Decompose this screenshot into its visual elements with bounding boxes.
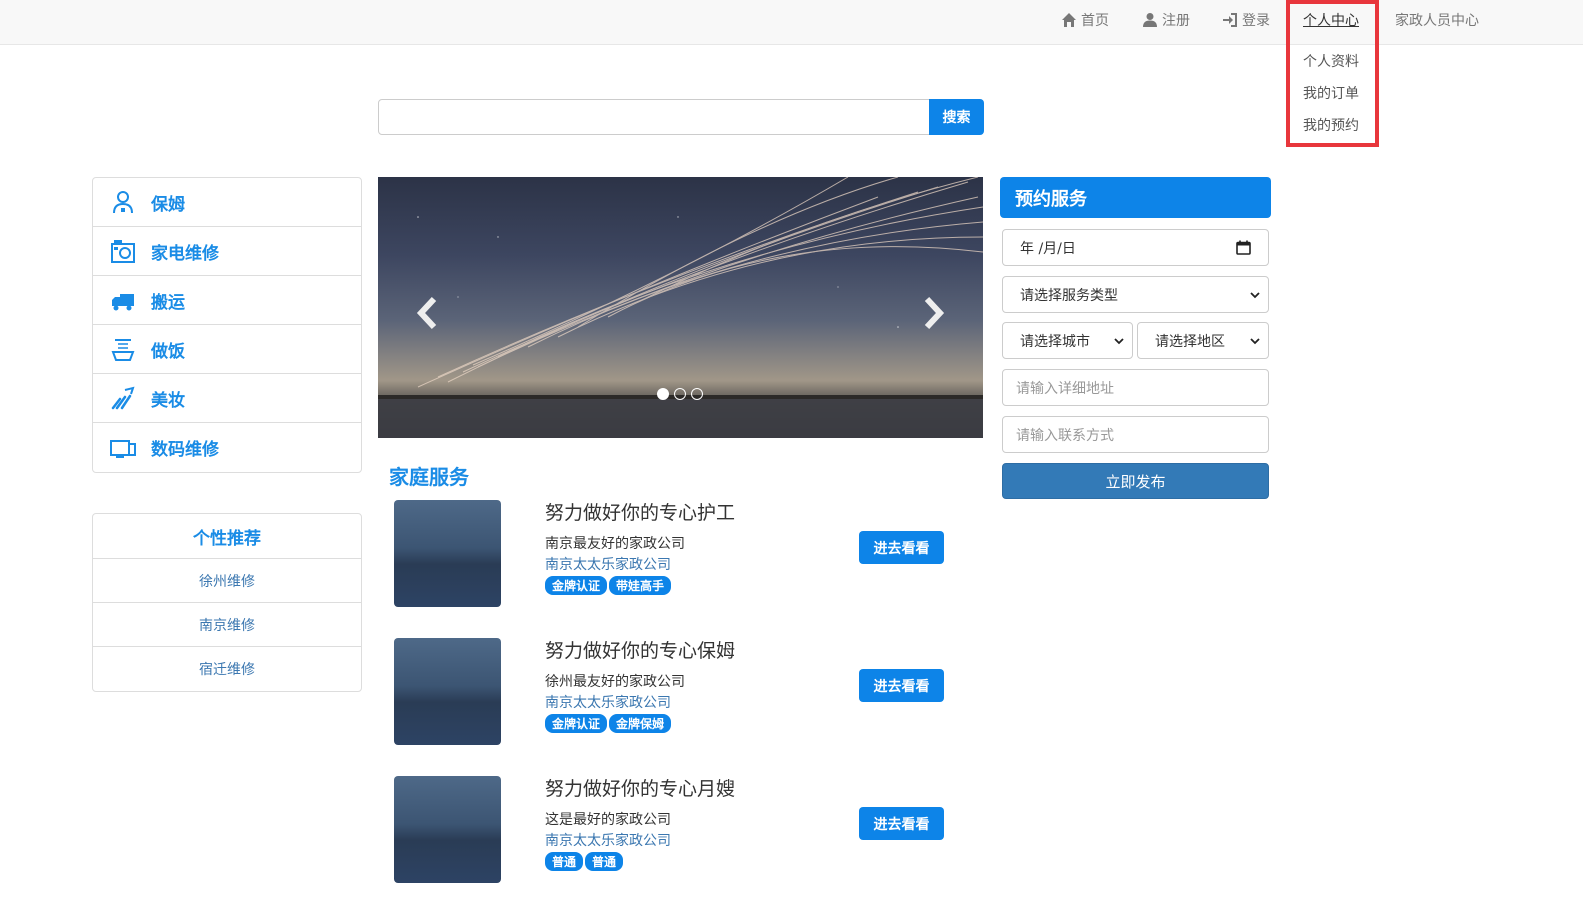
service-tag: 金牌认证 <box>545 576 608 595</box>
category-label: 家电维修 <box>151 243 219 264</box>
user-icon <box>1143 13 1157 27</box>
service-title[interactable]: 努力做好你的专心护工 <box>545 498 735 525</box>
service-type-select[interactable]: 请选择服务类型 <box>1002 276 1269 313</box>
nav-personal-center[interactable]: 个人中心 <box>1303 9 1359 31</box>
carousel-next-icon[interactable] <box>923 295 945 331</box>
address-input[interactable]: 请输入详细地址 <box>1002 369 1269 406</box>
recommend-panel: 个性推荐 徐州维修 南京维修 宿迁维修 <box>92 513 362 692</box>
area-value: 请选择地区 <box>1155 333 1225 350</box>
category-label: 搬运 <box>151 292 185 313</box>
view-service-button[interactable]: 进去看看 <box>859 669 944 702</box>
contact-placeholder: 请输入联系方式 <box>1016 427 1114 444</box>
nav-register-label: 注册 <box>1162 13 1190 29</box>
carousel-indicators <box>657 388 703 400</box>
search-input[interactable] <box>378 99 930 135</box>
service-tag: 普通 <box>545 852 584 871</box>
dropdown-item-orders[interactable]: 我的订单 <box>1303 83 1359 103</box>
chevron-down-icon <box>1114 338 1124 345</box>
carousel-prev-icon[interactable] <box>416 295 438 331</box>
carousel-dot-1[interactable] <box>657 388 669 400</box>
service-card-3: 努力做好你的专心月嫂 这是最好的家政公司 南京太太乐家政公司 普通 普通 进去看… <box>394 776 954 884</box>
makeup-icon <box>111 386 135 410</box>
service-tags: 普通 普通 <box>545 852 624 871</box>
service-type-value: 请选择服务类型 <box>1020 287 1118 304</box>
category-item-makeup[interactable]: 美妆 <box>93 374 361 423</box>
contact-input[interactable]: 请输入联系方式 <box>1002 416 1269 453</box>
category-item-appliance-repair[interactable]: 家电维修 <box>93 227 361 276</box>
category-item-moving[interactable]: 搬运 <box>93 276 361 325</box>
category-label: 数码维修 <box>151 440 219 460</box>
category-item-cooking[interactable]: 做饭 <box>93 325 361 374</box>
nav-login-label: 登录 <box>1242 13 1270 29</box>
category-label: 做饭 <box>151 341 185 362</box>
nanny-icon <box>113 191 133 214</box>
service-company-link[interactable]: 南京太太乐家政公司 <box>545 554 671 574</box>
service-tag: 金牌认证 <box>545 714 608 733</box>
recommend-item-xuzhou[interactable]: 徐州维修 <box>93 559 361 603</box>
search-button[interactable]: 搜索 <box>929 99 984 135</box>
view-service-button[interactable]: 进去看看 <box>859 807 944 840</box>
chevron-down-icon <box>1250 292 1260 299</box>
category-item-nanny[interactable]: 保姆 <box>93 178 361 227</box>
recommend-item-suqian[interactable]: 宿迁维修 <box>93 647 361 691</box>
service-desc: 徐州最友好的家政公司 <box>545 674 685 690</box>
service-title[interactable]: 努力做好你的专心保姆 <box>545 636 735 663</box>
category-list: 保姆 家电维修 搬运 做饭 美妆 数码维修 <box>92 177 362 473</box>
publish-button[interactable]: 立即发布 <box>1002 463 1269 499</box>
address-placeholder: 请输入详细地址 <box>1016 380 1114 397</box>
moving-truck-icon <box>112 294 134 311</box>
dropdown-item-appointments[interactable]: 我的预约 <box>1303 115 1359 135</box>
service-card-2: 努力做好你的专心保姆 徐州最友好的家政公司 南京太太乐家政公司 金牌认证 金牌保… <box>394 638 954 746</box>
recommend-title: 个性推荐 <box>93 514 361 559</box>
home-icon <box>1062 13 1076 27</box>
nav-home-link[interactable]: 首页 <box>1061 9 1109 31</box>
service-tag: 金牌保姆 <box>609 714 672 733</box>
service-tag: 带娃高手 <box>609 576 672 595</box>
view-service-button[interactable]: 进去看看 <box>859 531 944 564</box>
login-icon <box>1223 13 1237 27</box>
service-thumbnail[interactable] <box>394 500 501 607</box>
service-thumbnail[interactable] <box>394 638 501 745</box>
service-title[interactable]: 努力做好你的专心月嫂 <box>545 774 735 801</box>
area-select[interactable]: 请选择地区 <box>1137 322 1269 359</box>
nav-staff-center[interactable]: 家政人员中心 <box>1395 9 1479 31</box>
service-thumbnail[interactable] <box>394 776 501 883</box>
cooking-icon <box>111 339 135 361</box>
personal-center-dropdown: 个人资料 我的订单 我的预约 <box>1290 45 1375 145</box>
city-value: 请选择城市 <box>1020 333 1090 350</box>
category-label: 美妆 <box>151 390 185 411</box>
date-placeholder: 年 /月/日 <box>1020 240 1076 257</box>
service-tags: 金牌认证 带娃高手 <box>545 576 672 595</box>
digital-repair-icon <box>110 439 136 458</box>
recommend-item-nanjing[interactable]: 南京维修 <box>93 603 361 647</box>
service-tag: 普通 <box>585 852 624 871</box>
carousel-dot-2[interactable] <box>674 388 686 400</box>
service-company-link[interactable]: 南京太太乐家政公司 <box>545 692 671 712</box>
appliance-repair-icon <box>111 240 135 263</box>
service-tags: 金牌认证 金牌保姆 <box>545 714 672 733</box>
service-company-link[interactable]: 南京太太乐家政公司 <box>545 830 671 850</box>
nav-login-link[interactable]: 登录 <box>1222 9 1270 31</box>
chevron-down-icon <box>1250 338 1260 345</box>
family-services-title: 家庭服务 <box>389 465 469 489</box>
date-input[interactable]: 年 /月/日 <box>1002 229 1269 266</box>
category-item-digital-repair[interactable]: 数码维修 <box>93 423 361 472</box>
dropdown-item-profile[interactable]: 个人资料 <box>1303 51 1359 71</box>
nav-register-link[interactable]: 注册 <box>1142 9 1190 31</box>
city-select[interactable]: 请选择城市 <box>1002 322 1133 359</box>
carousel-dot-3[interactable] <box>691 388 703 400</box>
service-desc: 南京最友好的家政公司 <box>545 536 685 552</box>
category-label: 保姆 <box>151 194 185 215</box>
service-desc: 这是最好的家政公司 <box>545 812 671 828</box>
booking-title: 预约服务 <box>1000 177 1271 218</box>
service-card-1: 努力做好你的专心护工 南京最友好的家政公司 南京太太乐家政公司 金牌认证 带娃高… <box>394 500 954 608</box>
calendar-icon[interactable] <box>1236 240 1251 255</box>
nav-home-label: 首页 <box>1081 13 1109 29</box>
top-navbar: 首页 注册 登录 个人中心 家政人员中心 <box>0 0 1583 45</box>
